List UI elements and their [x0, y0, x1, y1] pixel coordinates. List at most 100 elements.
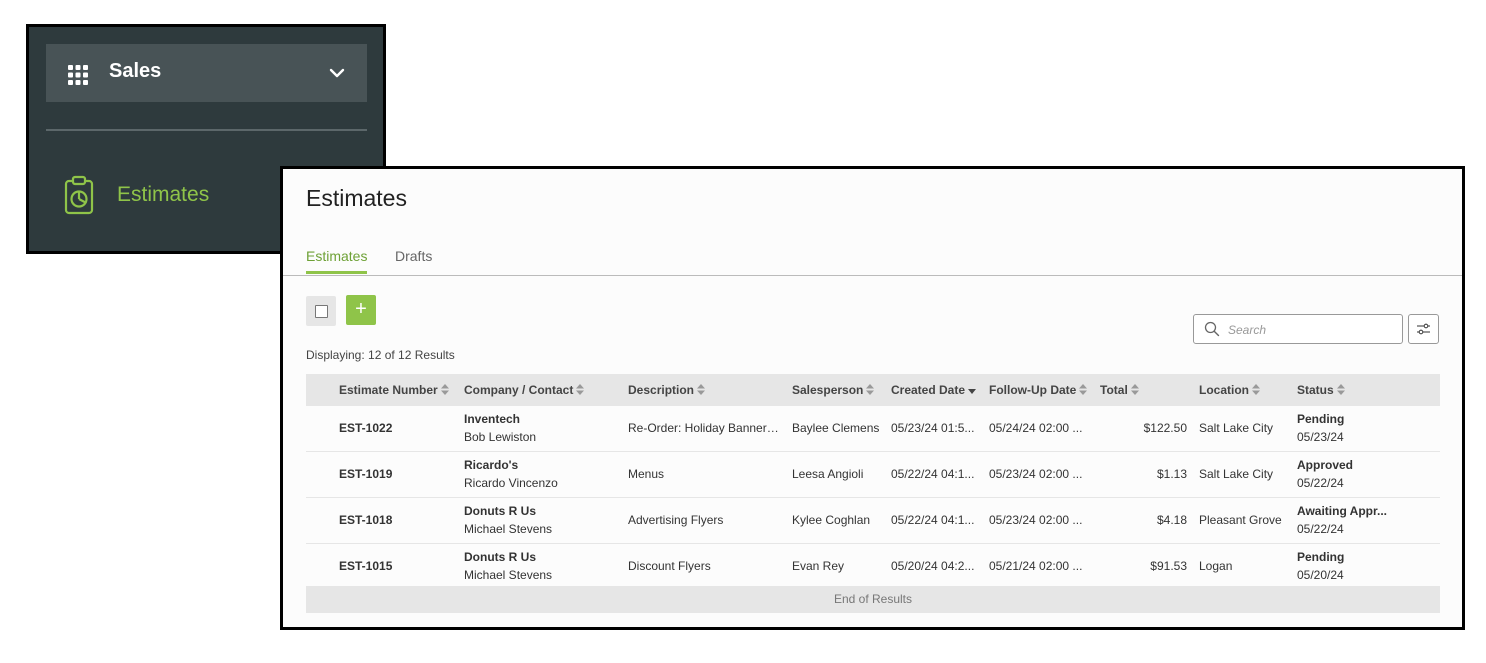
follow-up-date: 05/24/24 02:00 ...	[989, 421, 1083, 435]
column-header-label: Company / Contact	[464, 383, 574, 397]
sort-icon	[697, 384, 706, 395]
description: Re-Order: Holiday Banners ...	[628, 421, 783, 435]
select-all-checkbox[interactable]	[306, 296, 336, 326]
checkbox-box	[315, 305, 328, 318]
column-header-salesperson[interactable]: Salesperson	[792, 383, 875, 397]
column-header-label: Status	[1297, 383, 1334, 397]
sort-icon	[1130, 384, 1139, 395]
salesperson: Evan Rey	[792, 559, 845, 573]
nav-divider	[46, 129, 367, 131]
sidebar-item-estimates[interactable]: Estimates	[63, 171, 293, 219]
tab-estimates[interactable]: Estimates	[306, 248, 368, 274]
company-name: Donuts R Us	[464, 550, 536, 564]
contact-name: Michael Stevens	[464, 568, 553, 582]
column-header-label: Estimate Number	[339, 383, 438, 397]
status: Approved	[1297, 458, 1354, 472]
estimate-number[interactable]: EST-1022	[339, 421, 454, 435]
column-header-label: Follow-Up Date	[989, 383, 1077, 397]
column-header-label: Location	[1199, 383, 1249, 397]
created-date: 05/23/24 01:5...	[891, 421, 975, 435]
status-date: 05/23/24	[1297, 430, 1344, 444]
estimate-number[interactable]: EST-1015	[339, 559, 454, 573]
company-name: Donuts R Us	[464, 504, 536, 518]
estimates-window: Estimates Estimates Drafts + Displaying:…	[280, 166, 1465, 630]
status: Pending	[1297, 550, 1345, 564]
location: Pleasant Grove	[1199, 513, 1282, 527]
description: Advertising Flyers	[628, 513, 724, 527]
column-header-label: Description	[628, 383, 695, 397]
column-header-label: Created Date	[891, 383, 966, 397]
sort-desc-icon	[968, 389, 977, 394]
column-header-status[interactable]: Status	[1297, 383, 1345, 397]
status-date: 05/20/24	[1297, 568, 1344, 582]
company-name: Ricardo's	[464, 458, 519, 472]
sort-icon	[1252, 384, 1260, 395]
column-header-created-date[interactable]: Created Date	[891, 383, 977, 397]
filter-button[interactable]	[1408, 314, 1439, 344]
column-header-description[interactable]: Description	[628, 383, 706, 397]
estimates-table: Estimate Number Company / Contact Descri…	[306, 374, 1440, 613]
created-date: 05/22/24 04:1...	[891, 467, 975, 481]
location: Salt Lake City	[1199, 421, 1274, 435]
description: Discount Flyers	[628, 559, 711, 573]
total: $1.13	[1156, 467, 1187, 481]
page-title: Estimates	[306, 185, 407, 211]
sort-icon	[440, 384, 449, 395]
total: $4.18	[1156, 513, 1187, 527]
estimate-number[interactable]: EST-1018	[339, 513, 454, 527]
status: Pending	[1297, 412, 1345, 426]
table-row[interactable]: EST-1022 Inventech Bob Lewiston Re-Order…	[306, 406, 1440, 452]
table-row[interactable]: EST-1019 Ricardo's Ricardo Vincenzo Menu…	[306, 452, 1440, 498]
table-header: Estimate Number Company / Contact Descri…	[306, 374, 1440, 406]
table-row[interactable]: EST-1015 Donuts R Us Michael Stevens Dis…	[306, 544, 1440, 586]
sort-icon	[1336, 384, 1345, 395]
table-row[interactable]: EST-1018 Donuts R Us Michael Stevens Adv…	[306, 498, 1440, 544]
location: Logan	[1199, 559, 1233, 573]
result-count: Displaying: 12 of 12 Results	[306, 348, 455, 362]
company-name: Inventech	[464, 412, 521, 426]
sort-icon	[1079, 384, 1088, 395]
follow-up-date: 05/23/24 02:00 ...	[989, 467, 1083, 481]
search-box	[1193, 314, 1403, 344]
search-input[interactable]	[1226, 319, 1398, 341]
add-estimate-button[interactable]: +	[346, 295, 376, 325]
column-header-label: Salesperson	[792, 383, 864, 397]
salesperson: Baylee Clemens	[792, 421, 880, 435]
contact-name: Michael Stevens	[464, 522, 553, 536]
column-header-location[interactable]: Location	[1199, 383, 1260, 397]
clipboard-chart-icon	[64, 175, 94, 215]
tab-bar: Estimates Drafts	[283, 241, 1462, 276]
column-header-estimate-number[interactable]: Estimate Number	[339, 383, 449, 397]
created-date: 05/22/24 04:1...	[891, 513, 975, 527]
sidebar-item-label: Estimates	[117, 183, 210, 206]
grid-icon	[68, 65, 88, 85]
estimate-number[interactable]: EST-1019	[339, 467, 454, 481]
sort-icon	[866, 384, 875, 395]
module-label: Sales	[109, 60, 162, 82]
tab-drafts[interactable]: Drafts	[395, 248, 432, 271]
column-header-follow-up-date[interactable]: Follow-Up Date	[989, 383, 1088, 397]
contact-name: Ricardo Vincenzo	[464, 476, 558, 490]
status-date: 05/22/24	[1297, 522, 1344, 536]
follow-up-date: 05/23/24 02:00 ...	[989, 513, 1083, 527]
column-header-total[interactable]: Total	[1100, 383, 1139, 397]
end-of-results: End of Results	[306, 586, 1440, 613]
salesperson: Kylee Coghlan	[792, 513, 871, 527]
description: Menus	[628, 467, 665, 481]
total: $91.53	[1150, 559, 1187, 573]
sliders-icon	[1417, 323, 1430, 335]
sort-icon	[576, 384, 585, 395]
contact-name: Bob Lewiston	[464, 430, 537, 444]
location: Salt Lake City	[1199, 467, 1274, 481]
column-header-company[interactable]: Company / Contact	[464, 383, 585, 397]
status: Awaiting Appr...	[1297, 504, 1388, 518]
salesperson: Leesa Angioli	[792, 467, 864, 481]
chevron-down-icon[interactable]	[329, 66, 345, 80]
module-selector[interactable]: Sales	[46, 44, 367, 102]
total: $122.50	[1143, 421, 1187, 435]
status-date: 05/22/24	[1297, 476, 1344, 490]
search-icon	[1204, 321, 1220, 337]
created-date: 05/20/24 04:2...	[891, 559, 975, 573]
column-header-label: Total	[1100, 383, 1128, 397]
follow-up-date: 05/21/24 02:00 ...	[989, 559, 1083, 573]
